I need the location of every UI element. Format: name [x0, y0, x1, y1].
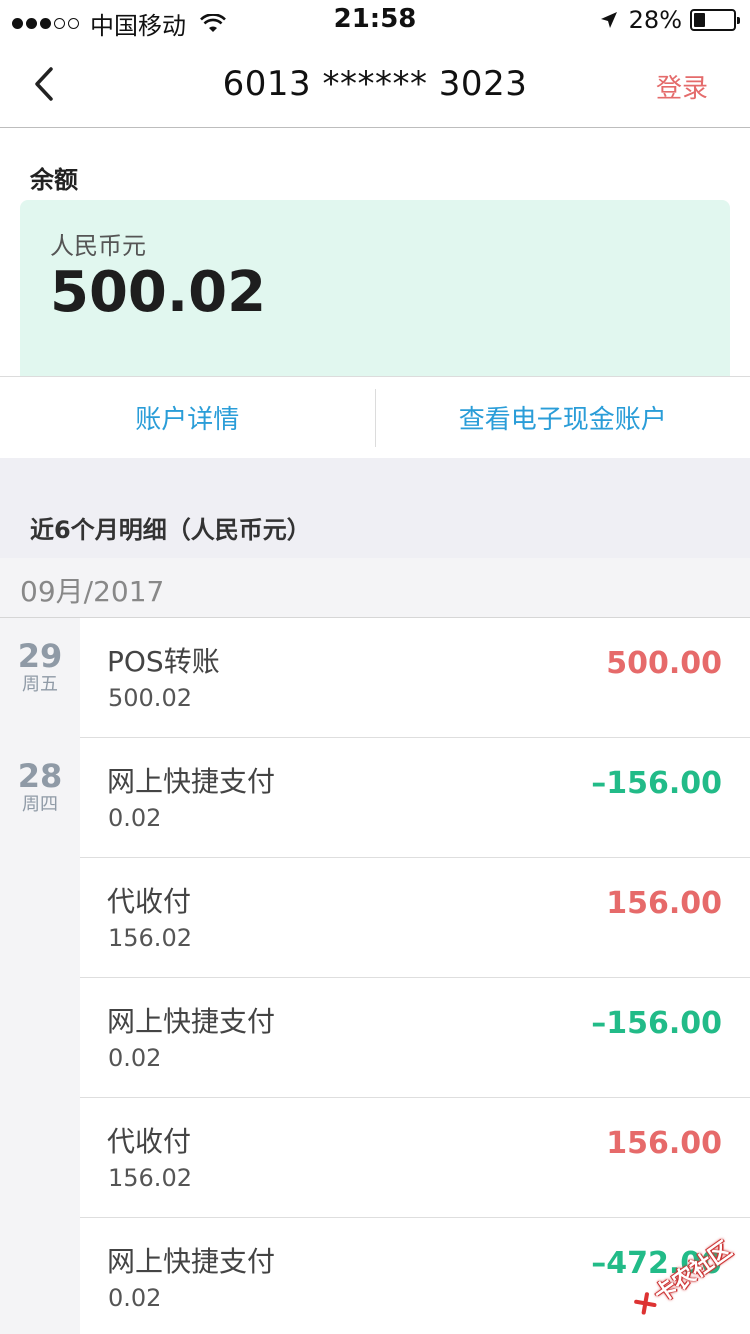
- balance-label: 余额: [30, 166, 78, 194]
- location-arrow-icon: [600, 12, 617, 28]
- transaction-row[interactable]: 代收付 156.02 156.00: [80, 858, 750, 978]
- transaction-balance: 500.02: [108, 684, 192, 712]
- date-column: 29 周五 28 周四: [0, 618, 80, 1334]
- transaction-name: 网上快捷支付: [107, 765, 276, 798]
- action-row: 账户详情 查看电子现金账户: [0, 376, 750, 458]
- transaction-row[interactable]: 网上快捷支付 0.02 –156.00: [80, 978, 750, 1098]
- login-button[interactable]: 登录: [656, 68, 708, 105]
- date-group: 28 周四: [0, 758, 80, 816]
- transaction-row[interactable]: 网上快捷支付 0.02 –156.00: [80, 738, 750, 858]
- battery-icon: [690, 9, 740, 31]
- transaction-amount: 156.00: [606, 1126, 722, 1161]
- details-title: 近6个月明细（人民币元）: [30, 516, 311, 544]
- transaction-balance: 0.02: [108, 1044, 162, 1072]
- transaction-balance: 0.02: [108, 1284, 162, 1312]
- transaction-balance: 156.02: [108, 924, 192, 952]
- transaction-balance: 156.02: [108, 1164, 192, 1192]
- transaction-name: 代收付: [107, 1125, 192, 1158]
- transaction-name: 网上快捷支付: [107, 1245, 276, 1278]
- date-group: 29 周五: [0, 638, 80, 696]
- page-title: 6013 ****** 3023: [222, 64, 528, 104]
- e-cash-account-button[interactable]: 查看电子现金账户: [376, 377, 750, 458]
- transaction-list: POS转账 500.02 500.00 网上快捷支付 0.02 –156.00 …: [80, 618, 750, 1334]
- transaction-row[interactable]: POS转账 500.02 500.00: [80, 618, 750, 738]
- month-label: 09月/2017: [20, 575, 165, 608]
- transaction-balance: 0.02: [108, 804, 162, 832]
- status-bar: 中国移动 21:58 28%: [0, 0, 750, 40]
- month-header: 09月/2017: [0, 558, 750, 618]
- date-weekday: 周五: [22, 674, 58, 695]
- balance-card: 人民币元 500.02: [20, 200, 730, 380]
- transaction-amount: –156.00: [591, 766, 722, 801]
- transaction-amount: 500.00: [606, 646, 722, 681]
- date-day: 28: [17, 757, 63, 795]
- transaction-name: 网上快捷支付: [107, 1005, 276, 1038]
- transaction-amount: 156.00: [606, 886, 722, 921]
- status-right: 28%: [599, 6, 740, 34]
- date-weekday: 周四: [22, 794, 58, 815]
- transaction-amount: –156.00: [591, 1006, 722, 1041]
- account-details-button[interactable]: 账户详情: [0, 377, 375, 458]
- transaction-name: 代收付: [107, 885, 192, 918]
- transaction-name: POS转账: [107, 645, 220, 678]
- details-header: 近6个月明细（人民币元）: [0, 458, 750, 558]
- currency-label: 人民币元: [50, 232, 146, 260]
- nav-bar: 6013 ****** 3023 登录: [0, 40, 750, 128]
- battery-percent: 28%: [628, 6, 682, 34]
- transaction-row[interactable]: 代收付 156.02 156.00: [80, 1098, 750, 1218]
- date-day: 29: [17, 637, 63, 675]
- balance-amount: 500.02: [50, 260, 267, 325]
